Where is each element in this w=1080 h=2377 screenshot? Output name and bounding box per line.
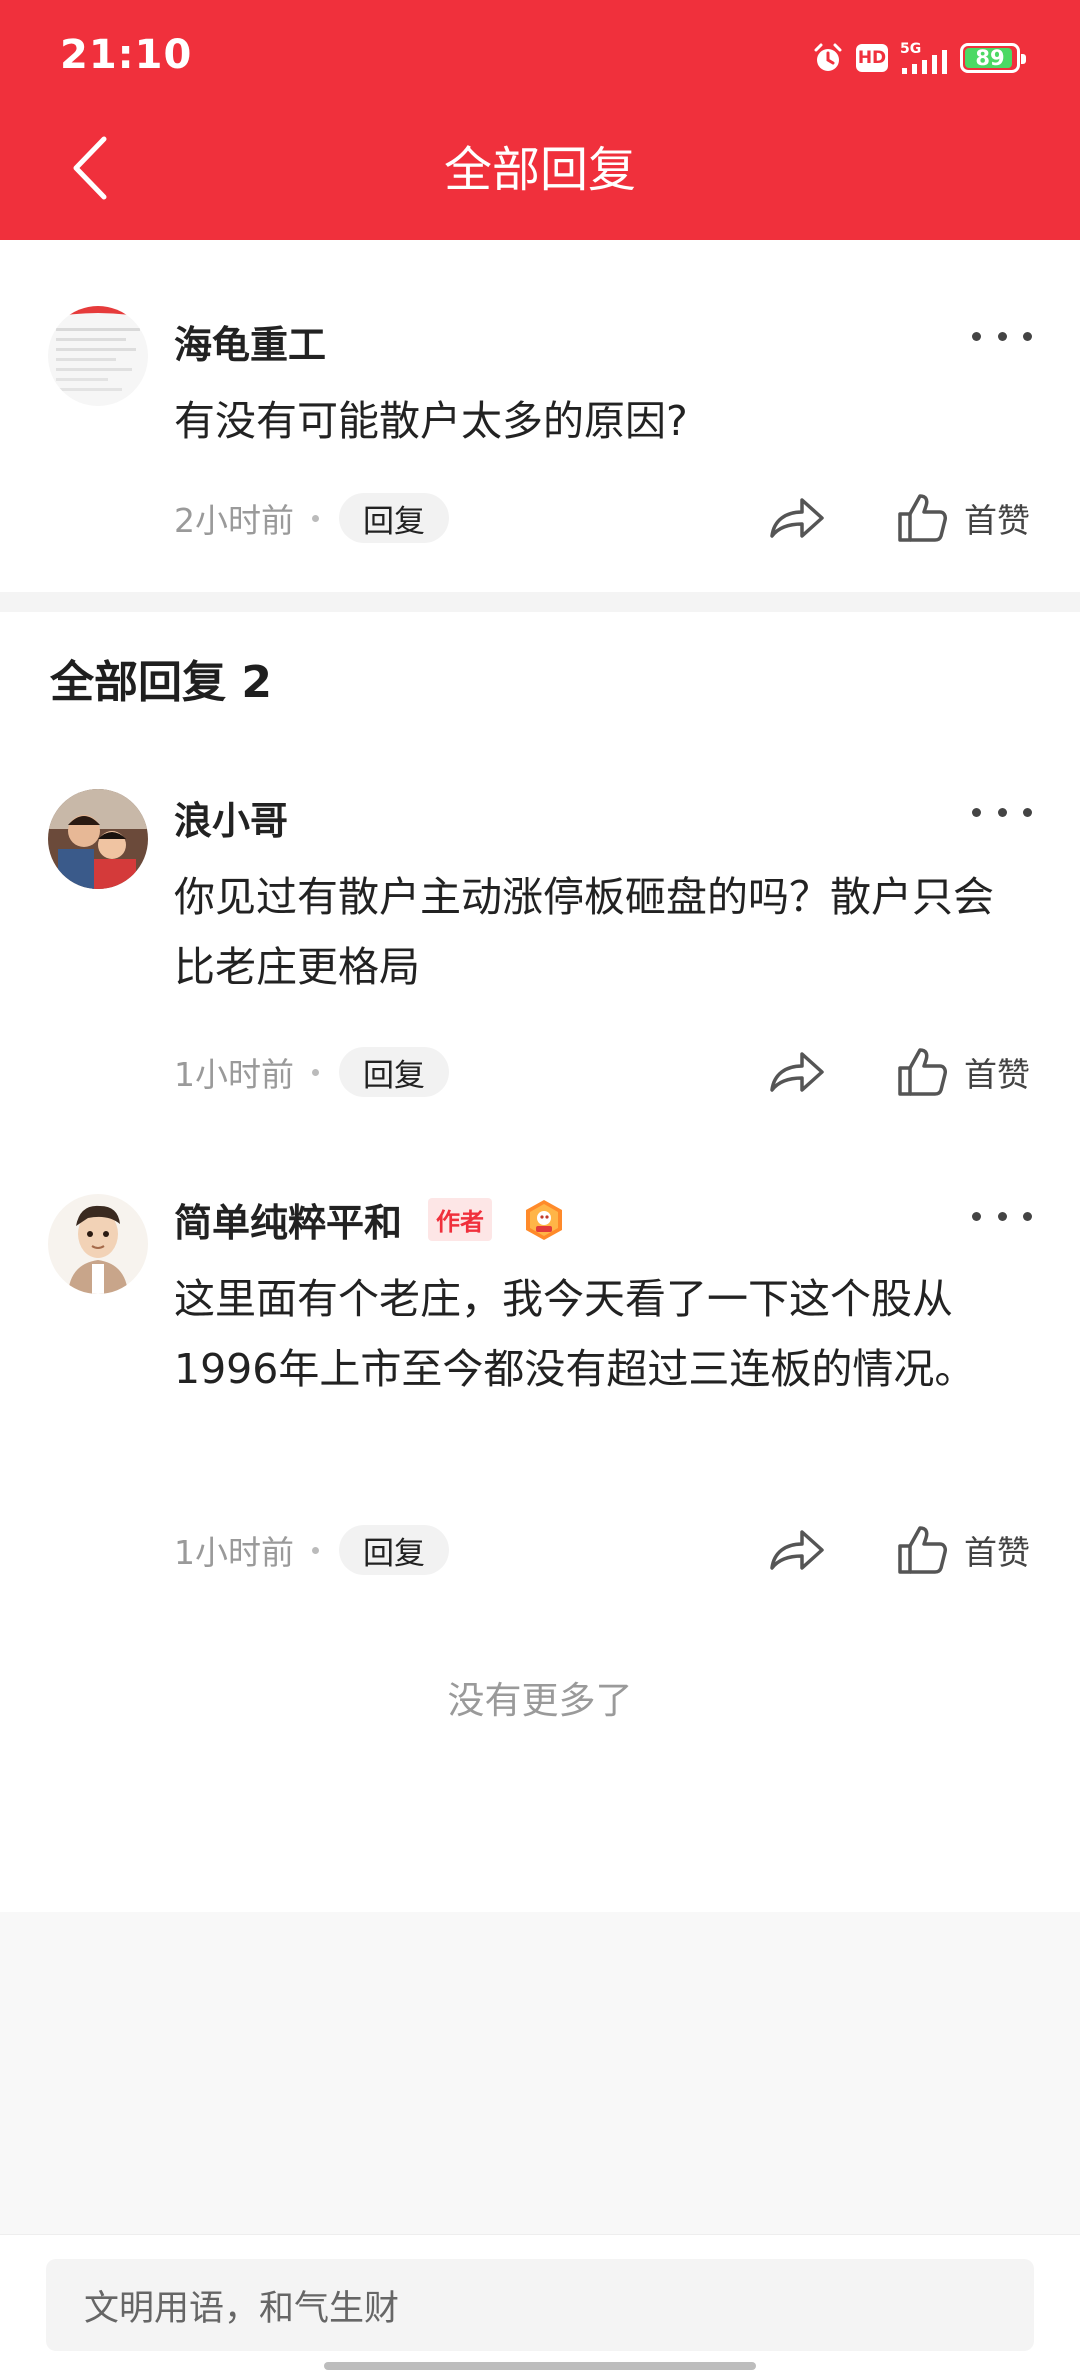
timestamp: 1小时前: [174, 1055, 294, 1094]
more-options-icon[interactable]: [972, 316, 1032, 356]
username[interactable]: 浪小哥: [174, 790, 288, 845]
separator-dot: [312, 1068, 319, 1076]
more-options-icon[interactable]: [972, 1196, 1032, 1236]
timestamp: 1小时前: [174, 1533, 294, 1572]
username-text[interactable]: 海龟重工: [174, 314, 326, 369]
like-label: 首赞: [964, 1533, 1030, 1572]
empty-area: [0, 1912, 1080, 2234]
thumbs-up-icon: [898, 1048, 947, 1096]
comment-meta: 2小时前 回复: [174, 492, 449, 544]
like-label: 首赞: [964, 1055, 1030, 1094]
svg-text:5G: 5G: [900, 41, 921, 57]
avatar[interactable]: [48, 789, 148, 889]
battery-icon: 89: [960, 43, 1026, 73]
reply-button[interactable]: 回复: [339, 1525, 449, 1575]
section-divider: [0, 592, 1080, 612]
thumbs-up-icon: [898, 1526, 947, 1574]
status-time: 21:10: [60, 32, 193, 78]
page-title: 全部回复: [443, 142, 636, 198]
share-icon[interactable]: [766, 492, 826, 544]
username-text[interactable]: 浪小哥: [174, 790, 288, 845]
comment-text: 有没有可能散户太多的原因?: [174, 397, 688, 445]
avatar[interactable]: [48, 1194, 148, 1294]
like-label: 首赞: [964, 501, 1030, 540]
more-options-icon[interactable]: [972, 792, 1032, 832]
separator-dot: [312, 1546, 319, 1554]
top-app-bar: 21:10 HD 5G 89 全部回复: [0, 0, 1080, 240]
username[interactable]: 简单纯粹平和 作者: [174, 1192, 566, 1247]
username-text[interactable]: 简单纯粹平和: [174, 1192, 402, 1247]
replies-section-title: 全部回复 2: [50, 657, 272, 708]
comment-meta: 1小时前 回复: [174, 1046, 449, 1098]
author-badge: 作者: [428, 1198, 493, 1241]
like-button[interactable]: 首赞: [896, 1046, 1030, 1098]
thumbs-up-icon: [898, 494, 947, 542]
username[interactable]: 海龟重工: [174, 314, 326, 369]
main-comment: 海龟重工 有没有可能散户太多的原因? 2小时前 回复 首赞: [0, 240, 1080, 592]
alarm-icon: [814, 43, 842, 71]
comment-text: 这里面有个老庄，我今天看了一下这个股从1996年上市至今都没有超过三连板的情况。: [174, 1275, 976, 1393]
status-icons: HD 5G 89: [812, 36, 1026, 80]
reply-item: 简单纯粹平和 作者 这里面有个老庄，我今天看了一下这个股从1996年上市至今都没…: [0, 1182, 1080, 1602]
no-more-text: 没有更多了: [447, 1679, 633, 1722]
share-icon[interactable]: [766, 1524, 826, 1576]
comment-input[interactable]: 文明用语，和气生财: [46, 2259, 1034, 2351]
timestamp: 2小时前: [174, 501, 294, 540]
hd-icon: HD: [856, 44, 888, 72]
reply-button[interactable]: 回复: [339, 1047, 449, 1097]
home-indicator[interactable]: [324, 2362, 756, 2370]
like-button[interactable]: 首赞: [896, 1524, 1030, 1576]
signal-5g-icon: 5G: [900, 41, 947, 74]
avatar[interactable]: [48, 306, 148, 406]
separator-dot: [312, 514, 319, 522]
comment-text: 你见过有散户主动涨停板砸盘的吗？散户只会比老庄更格局: [174, 873, 994, 991]
comment-input-bar: 文明用语，和气生财: [0, 2234, 1080, 2377]
reply-item: 浪小哥 你见过有散户主动涨停板砸盘的吗？散户只会比老庄更格局 1小时前 回复 首…: [0, 780, 1080, 1100]
comment-meta: 1小时前 回复: [174, 1524, 449, 1576]
reply-button[interactable]: 回复: [339, 493, 449, 543]
battery-level: 89: [975, 46, 1005, 70]
like-button[interactable]: 首赞: [896, 492, 1030, 544]
share-icon[interactable]: [766, 1046, 826, 1098]
medal-badge-icon: [526, 1199, 563, 1240]
